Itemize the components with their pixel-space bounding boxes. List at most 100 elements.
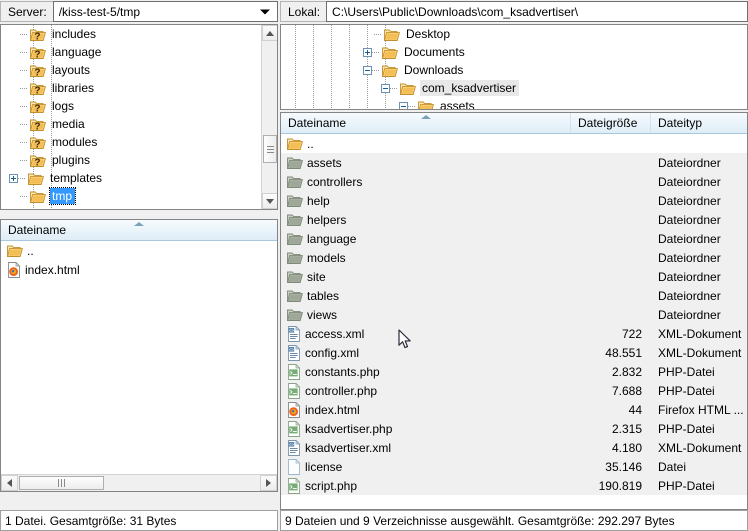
tree-item-label: logs xyxy=(52,99,75,113)
chevron-down-icon[interactable] xyxy=(260,9,270,14)
server-tree-item[interactable]: ? libraries xyxy=(1,79,261,97)
folder-unknown-icon: ? xyxy=(30,136,46,149)
server-tree-item[interactable]: ? media xyxy=(1,115,261,133)
folder-gray-icon xyxy=(287,194,303,207)
folder-unknown-icon: ? xyxy=(30,154,46,167)
server-list-hscrollbar[interactable] xyxy=(1,474,277,491)
column-header-dateigroesse[interactable]: Dateigröße xyxy=(571,113,651,133)
local-list-row[interactable]: helpers Dateiordner xyxy=(281,210,747,229)
scroll-down-button[interactable] xyxy=(262,193,277,209)
column-header-label: Dateiname xyxy=(288,116,347,130)
file-type-cell: Dateiordner xyxy=(658,269,721,284)
tree-item-label: Documents xyxy=(404,45,465,59)
file-size-cell: 722 xyxy=(621,326,642,341)
local-tree-item[interactable]: Documents xyxy=(281,43,747,61)
server-list-row[interactable]: .. xyxy=(1,241,277,260)
server-address-bar: Server: /kiss-test-5/tmp xyxy=(0,0,278,23)
server-tree-item[interactable]: ? plugins xyxy=(1,151,261,169)
local-address-label: Lokal: xyxy=(280,1,327,22)
php-file-icon xyxy=(287,382,301,399)
local-tree-item[interactable]: Desktop xyxy=(281,25,747,43)
local-list-row[interactable]: <> access.xml 722 XML-Dokument xyxy=(281,324,747,343)
local-list-row[interactable]: assets Dateiordner xyxy=(281,153,747,172)
column-header-dateiname[interactable]: Dateiname xyxy=(281,113,571,133)
collapse-minus-icon[interactable] xyxy=(399,101,408,109)
xml-file-icon: <> xyxy=(287,325,301,342)
local-list-row[interactable]: site Dateiordner xyxy=(281,267,747,286)
file-size-cell: 2.315 xyxy=(611,421,642,436)
server-tree-item[interactable]: ? includes xyxy=(1,25,261,43)
collapse-minus-icon[interactable] xyxy=(381,83,390,93)
server-file-list[interactable]: Dateiname .. index.html xyxy=(0,219,278,492)
folder-gray-icon xyxy=(287,175,303,188)
expand-plus-icon[interactable] xyxy=(9,173,18,183)
folder-icon xyxy=(28,172,44,185)
scroll-up-button[interactable] xyxy=(262,25,277,41)
server-tree-rows: ? includes? language? layouts? libraries? log… xyxy=(1,25,261,209)
server-path-combobox[interactable]: /kiss-test-5/tmp xyxy=(52,1,278,22)
tree-connector-line xyxy=(20,87,27,89)
file-size-cell: 35.146 xyxy=(605,459,642,474)
scroll-left-button[interactable] xyxy=(1,475,18,491)
expand-plus-icon[interactable] xyxy=(363,47,372,57)
local-list-row[interactable]: controllers Dateiordner xyxy=(281,172,747,191)
tree-connector-line xyxy=(390,87,397,89)
server-directory-tree[interactable]: ? includes? language? layouts? libraries? log… xyxy=(0,24,278,210)
tree-item-label: Downloads xyxy=(404,63,464,77)
folder-unknown-icon: ? xyxy=(30,28,46,41)
folder-unknown-icon: ? xyxy=(30,64,46,77)
scroll-right-button[interactable] xyxy=(260,475,277,491)
local-list-row[interactable]: index.html 44 Firefox HTML ... xyxy=(281,400,747,419)
local-list-row[interactable]: <> ksadvertiser.xml 4.180 XML-Dokument xyxy=(281,438,747,457)
folder-icon xyxy=(287,137,303,150)
server-tree-item[interactable]: ? layouts xyxy=(1,61,261,79)
local-list-row[interactable]: script.php 190.819 PHP-Datei xyxy=(281,476,747,495)
local-directory-tree[interactable]: Desktop Documents Downloads com_ksadvertise… xyxy=(280,24,748,110)
local-list-row[interactable]: constants.php 2.832 PHP-Datei xyxy=(281,362,747,381)
file-name-label: script.php xyxy=(305,478,358,493)
file-size-cell: 7.688 xyxy=(611,383,642,398)
local-list-row[interactable]: license 35.146 Datei xyxy=(281,457,747,476)
local-list-row[interactable]: models Dateiordner xyxy=(281,248,747,267)
folder-gray-icon xyxy=(287,213,303,226)
tree-connector-line xyxy=(372,51,379,53)
local-list-row[interactable]: .. xyxy=(281,134,747,153)
local-list-row[interactable]: views Dateiordner xyxy=(281,305,747,324)
file-name-cell: site xyxy=(281,270,571,284)
local-tree-item[interactable]: Downloads xyxy=(281,61,747,79)
hscroll-thumb[interactable] xyxy=(19,476,104,490)
server-tree-item[interactable]: ? logs xyxy=(1,97,261,115)
file-size-cell: 44 xyxy=(628,402,642,417)
local-list-row[interactable]: controller.php 7.688 PHP-Datei xyxy=(281,381,747,400)
svg-text:?: ? xyxy=(34,31,40,41)
file-name-cell: <> ksadvertiser.xml xyxy=(281,439,571,456)
local-list-row[interactable]: tables Dateiordner xyxy=(281,286,747,305)
server-tree-item[interactable]: tmp xyxy=(1,187,261,205)
column-header-dateiname[interactable]: Dateiname xyxy=(1,220,277,240)
server-list-header: Dateiname xyxy=(1,220,277,241)
server-tree-item[interactable]: templates xyxy=(1,169,261,187)
server-tree-item[interactable]: ? modules xyxy=(1,133,261,151)
file-type-cell: Dateiordner xyxy=(658,288,721,303)
local-tree-item[interactable]: assets xyxy=(281,97,747,109)
server-list-row[interactable]: index.html xyxy=(1,260,277,279)
local-file-list[interactable]: Dateiname Dateigröße Dateityp .. assets Da… xyxy=(280,112,748,510)
server-tree-item[interactable]: ? language xyxy=(1,43,261,61)
local-list-row[interactable]: ksadvertiser.php 2.315 PHP-Datei xyxy=(281,419,747,438)
local-list-row[interactable]: language Dateiordner xyxy=(281,229,747,248)
local-tree-item[interactable]: com_ksadvertiser xyxy=(281,79,747,97)
local-list-row[interactable]: <> config.xml 48.551 XML-Dokument xyxy=(281,343,747,362)
column-header-dateityp[interactable]: Dateityp xyxy=(651,113,747,133)
file-type-cell: Datei xyxy=(658,459,687,474)
tree-item-label: modules xyxy=(52,135,98,149)
collapse-minus-icon[interactable] xyxy=(363,65,372,75)
folder-icon xyxy=(7,244,23,257)
server-tree-vscrollbar[interactable] xyxy=(261,25,277,209)
vscroll-thumb[interactable] xyxy=(263,135,277,163)
local-list-row[interactable]: help Dateiordner xyxy=(281,191,747,210)
local-path-field[interactable]: C:\Users\Public\Downloads\com_ksadvertis… xyxy=(326,1,748,22)
local-address-bar: Lokal: C:\Users\Public\Downloads\com_ksa… xyxy=(280,0,748,23)
local-status-bar: 9 Dateien und 9 Verzeichnisse ausgewählt… xyxy=(280,510,748,531)
file-name-label: views xyxy=(307,307,338,322)
file-name-label: site xyxy=(307,269,326,284)
